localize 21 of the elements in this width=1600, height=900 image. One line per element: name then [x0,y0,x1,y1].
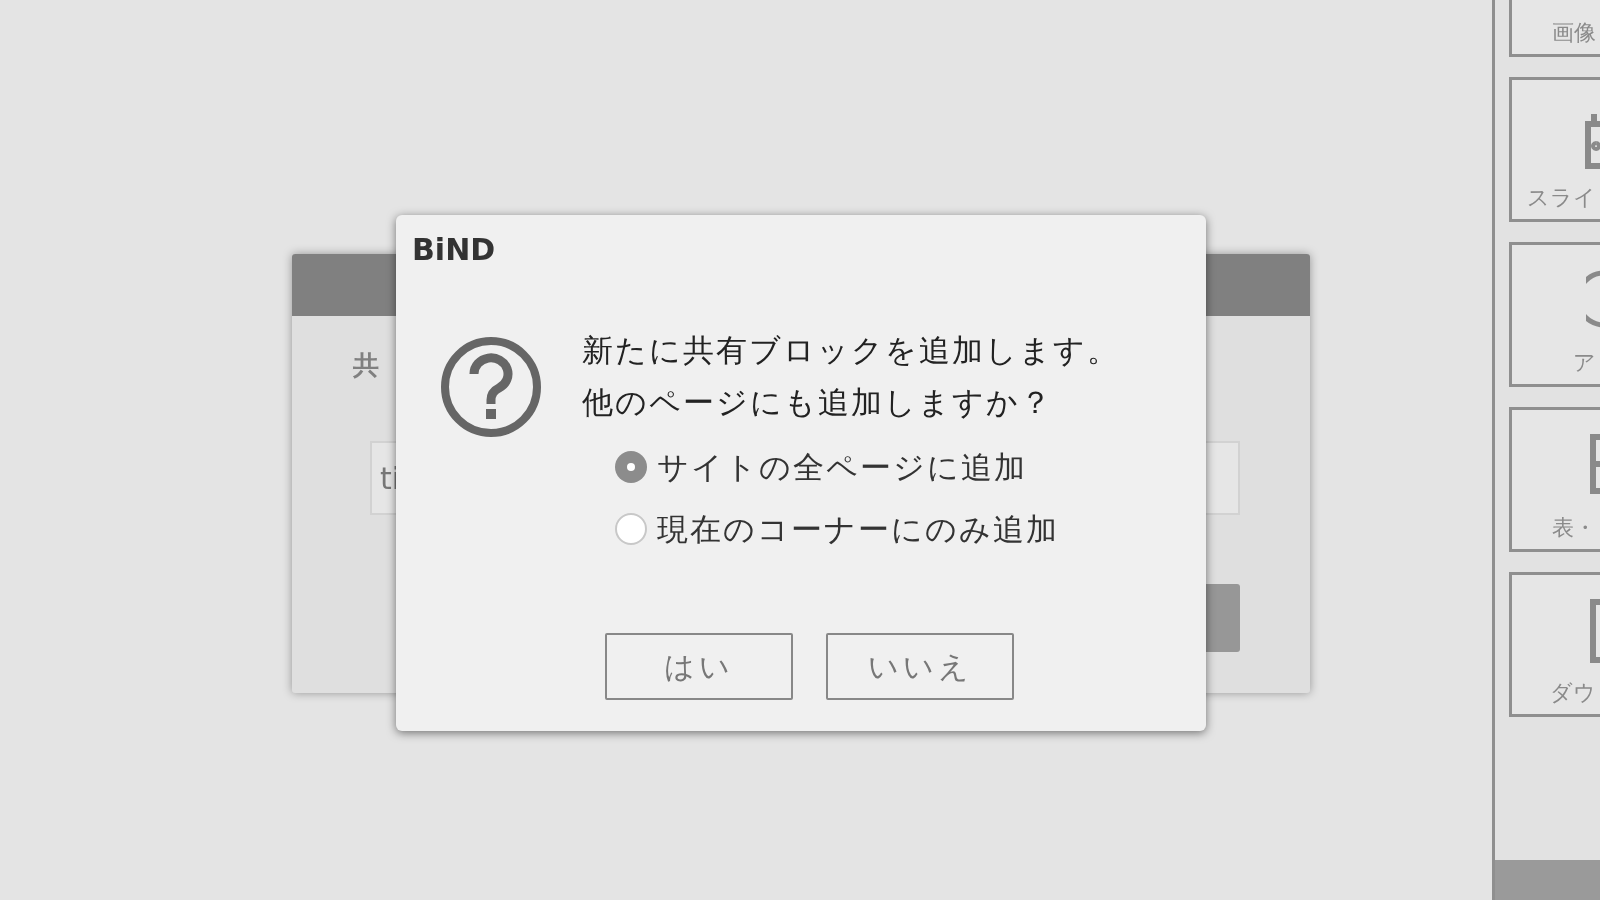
dialog-label: 共 [353,352,379,378]
radio-button[interactable] [615,513,647,545]
dialog-title: BiND [412,235,496,265]
tile-label: 表・ [1552,517,1596,539]
dialog-button[interactable]: はい [605,633,793,700]
tile-label: ア [1573,352,1596,374]
option-label: サイトの全ページに追加 [657,448,1027,487]
message-text: 他のページにも追加しますか？ [582,383,1054,421]
question-icon [440,336,542,438]
tile-label: ダウ [1550,682,1596,704]
tool-tile[interactable]: スライ [1509,77,1600,222]
tool-tile[interactable]: 表・ [1509,407,1600,552]
tile-label: スライ [1527,187,1596,209]
tool-tile[interactable]: 画像 [1509,0,1600,57]
message-text: 新たに共有ブロックを追加します。 [582,331,1120,369]
dialog-button[interactable]: いいえ [826,633,1014,700]
radio-button[interactable] [615,451,647,483]
tool-tile[interactable]: ア [1509,242,1600,387]
tool-tile[interactable]: ダウ [1509,572,1600,717]
tile-label: 画像 [1552,22,1596,44]
option-label: 現在のコーナーにのみ追加 [657,510,1059,549]
